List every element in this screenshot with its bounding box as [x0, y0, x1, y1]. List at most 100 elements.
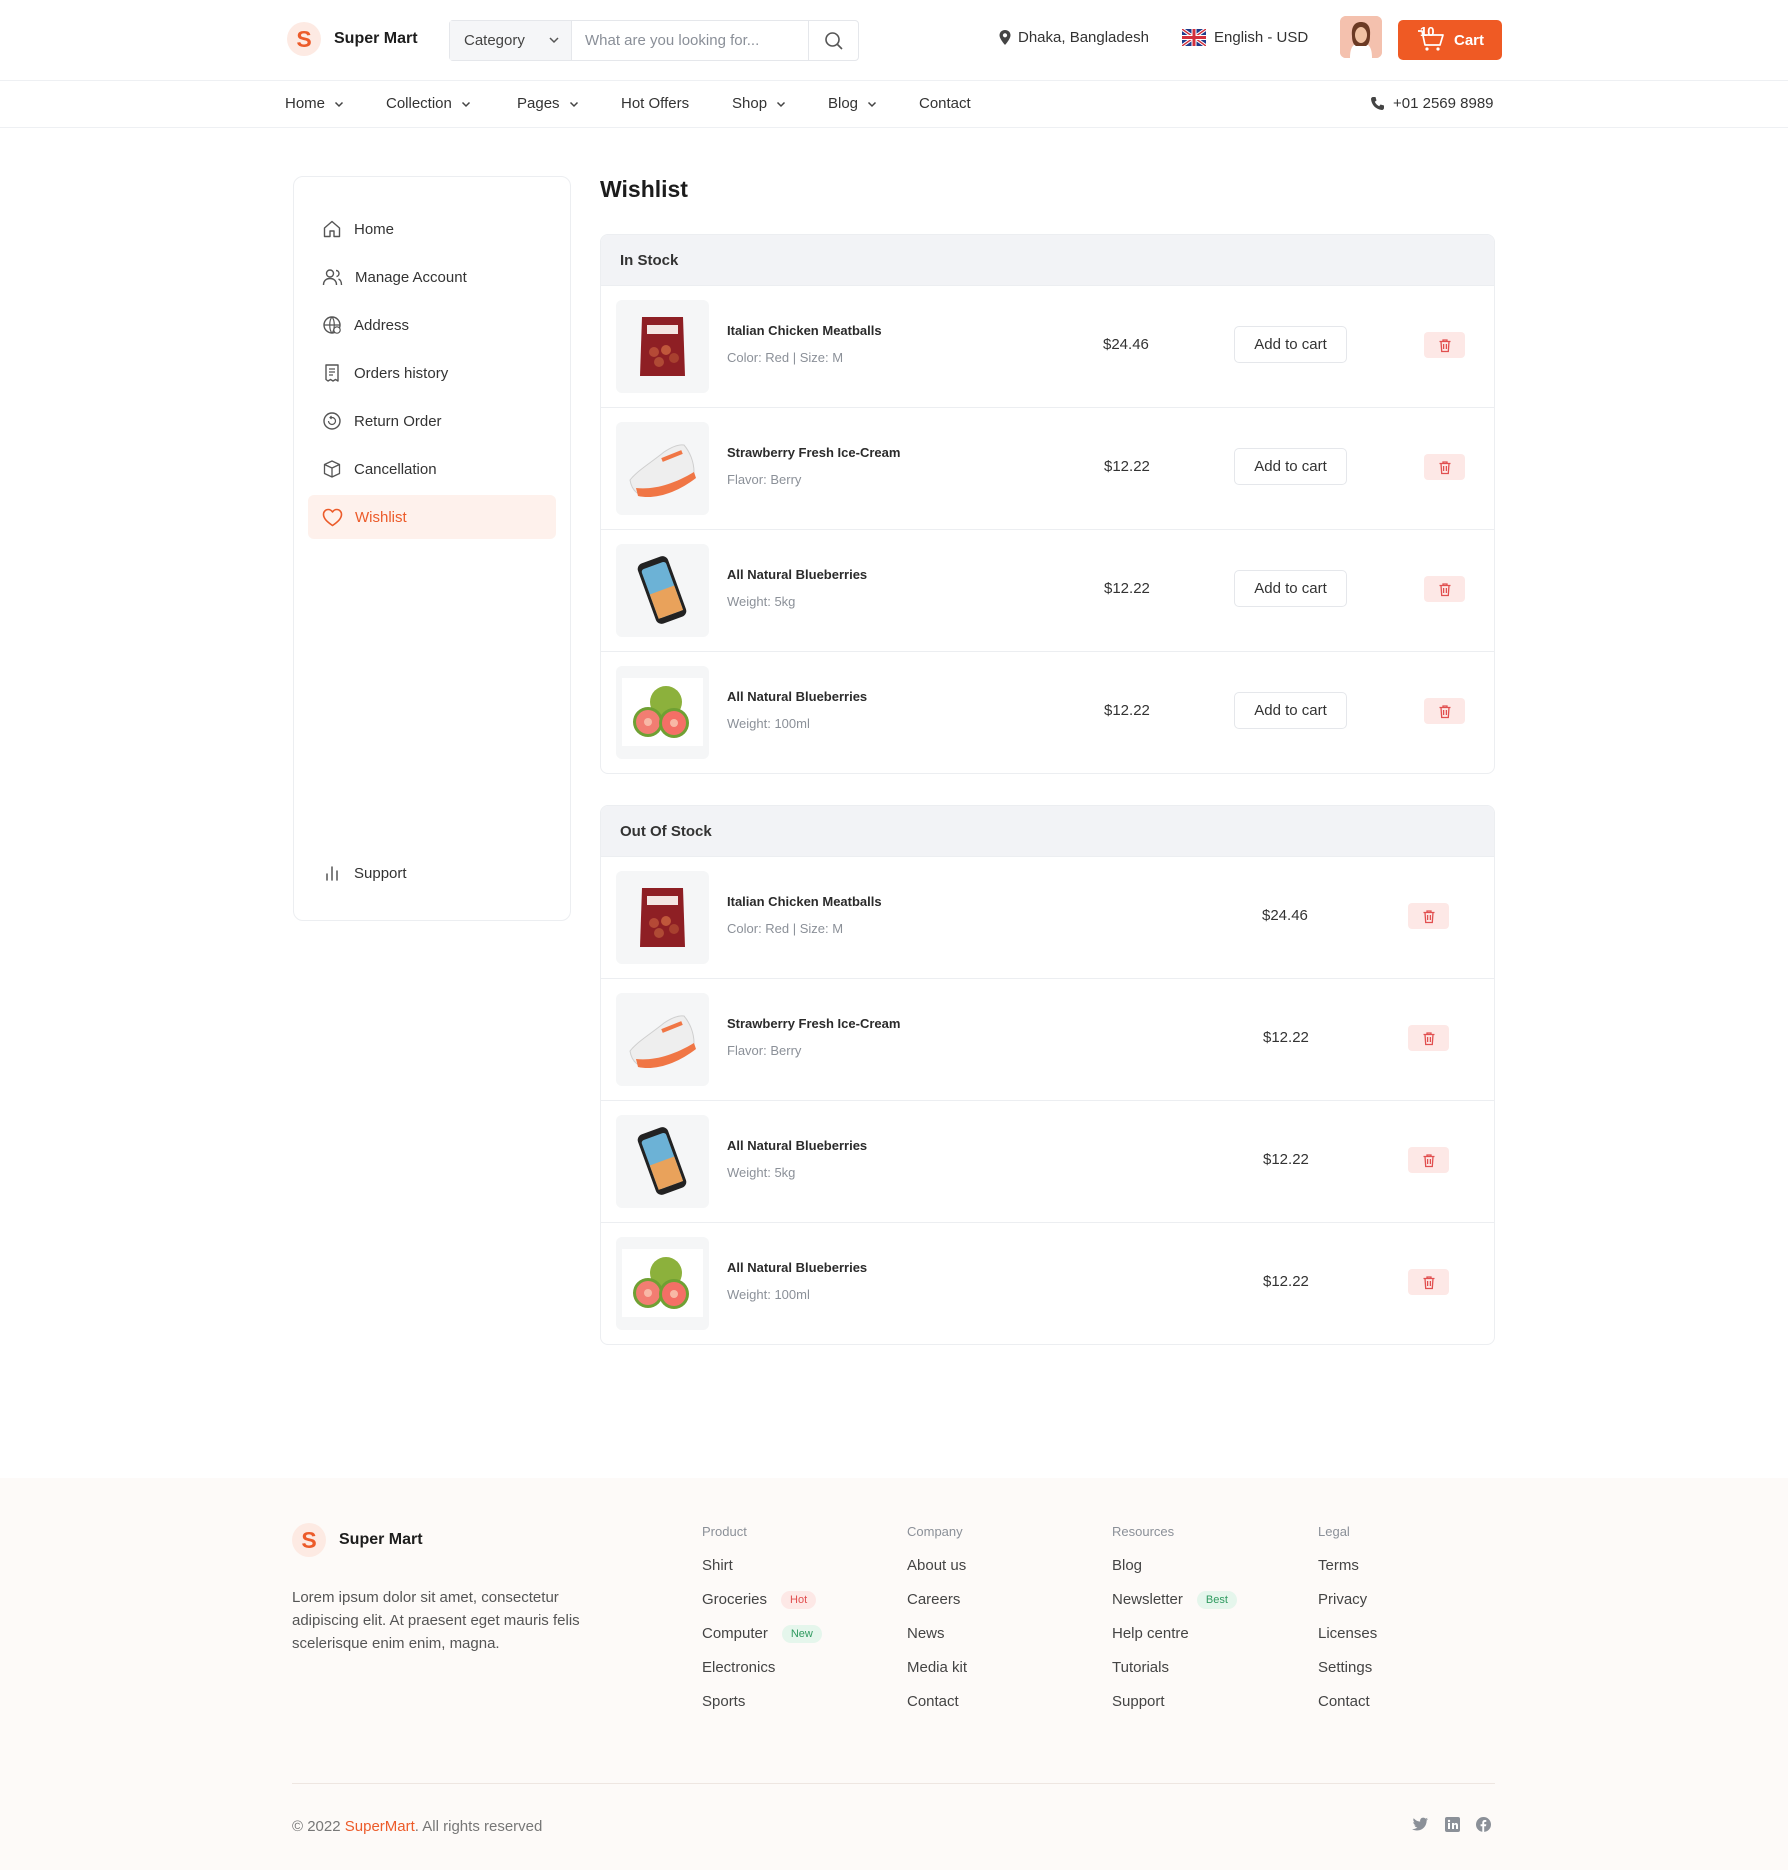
footer-link[interactable]: Media kit [907, 1659, 967, 1693]
copyright-suffix: . All rights reserved [414, 1818, 543, 1835]
delete-button[interactable] [1424, 332, 1465, 358]
delete-button[interactable] [1424, 576, 1465, 602]
footer-link[interactable]: Electronics [702, 1659, 822, 1693]
sidebar-item-label: Support [354, 864, 407, 882]
product-name[interactable]: Italian Chicken Meatballs [727, 323, 882, 338]
user-avatar[interactable] [1340, 16, 1382, 58]
page-title: Wishlist [600, 176, 688, 202]
footer-link[interactable]: Settings [1318, 1659, 1377, 1693]
sidebar-item-manage-account[interactable]: Manage Account [308, 255, 556, 299]
product-name[interactable]: Strawberry Fresh Ice-Cream [727, 445, 900, 460]
brand-name: Super Mart [339, 1531, 423, 1548]
category-label: Category [464, 32, 525, 49]
footer-link[interactable]: Blog [1112, 1557, 1237, 1591]
product-name[interactable]: Italian Chicken Meatballs [727, 894, 882, 909]
sidebar-item-return-order[interactable]: Return Order [308, 399, 556, 443]
product-image[interactable] [616, 993, 709, 1086]
add-to-cart-button[interactable]: Add to cart [1234, 692, 1347, 729]
sidebar-item-orders-history[interactable]: Orders history [308, 351, 556, 395]
logo-badge: S [287, 22, 321, 56]
sidebar-item-cancellation[interactable]: Cancellation [308, 447, 556, 491]
nav-blog[interactable]: Blog [828, 95, 878, 112]
footer-column-resources: Resources Blog Newsletter Best Help centr… [1112, 1524, 1237, 1727]
delete-button[interactable] [1408, 1269, 1449, 1295]
footer-link[interactable]: Contact [907, 1693, 967, 1727]
search-button[interactable] [808, 21, 858, 60]
product-image[interactable] [616, 666, 709, 759]
product-image[interactable] [616, 544, 709, 637]
category-select[interactable]: Category [450, 21, 572, 60]
footer-link[interactable]: Computer New [702, 1625, 822, 1659]
sidebar-item-address[interactable]: Address [308, 303, 556, 347]
add-to-cart-button[interactable]: Add to cart [1234, 448, 1347, 485]
add-to-cart-button[interactable]: Add to cart [1234, 326, 1347, 363]
location-selector[interactable]: Dhaka, Bangladesh [998, 29, 1149, 46]
product-image[interactable] [616, 1237, 709, 1330]
phone-icon [1371, 97, 1384, 110]
footer-link[interactable]: Support [1112, 1693, 1237, 1727]
footer-brand-logo[interactable]: S Super Mart [292, 1523, 423, 1557]
add-to-cart-button[interactable]: Add to cart [1234, 570, 1347, 607]
product-name[interactable]: Strawberry Fresh Ice-Cream [727, 1016, 900, 1031]
sidebar-item-support[interactable]: Support [308, 851, 556, 895]
cart-label: Cart [1453, 31, 1484, 49]
cart-button[interactable]: 10 Cart [1398, 20, 1502, 60]
hot-badge: Hot [781, 1591, 817, 1609]
product-name[interactable]: All Natural Blueberries [727, 1138, 867, 1153]
footer-link[interactable]: Licenses [1318, 1625, 1377, 1659]
product-name[interactable]: All Natural Blueberries [727, 567, 867, 582]
footer-link[interactable]: Groceries Hot [702, 1591, 822, 1625]
nav-home[interactable]: Home [285, 95, 345, 112]
product-image[interactable] [616, 871, 709, 964]
chevron-down-icon [334, 101, 344, 107]
delete-button[interactable] [1408, 903, 1449, 929]
footer-column-title: Company [907, 1524, 963, 1539]
product-name[interactable]: All Natural Blueberries [727, 689, 867, 704]
account-sidebar: Home Manage Account Address Orders histo… [293, 176, 571, 921]
out-of-stock-heading: Out Of Stock [601, 806, 1494, 856]
delete-button[interactable] [1408, 1025, 1449, 1051]
product-image[interactable] [616, 1115, 709, 1208]
trash-icon [1423, 1275, 1434, 1289]
delete-button[interactable] [1424, 454, 1465, 480]
nav-hot-offers[interactable]: Hot Offers [621, 95, 689, 112]
footer-link[interactable]: Careers [907, 1591, 967, 1625]
trash-icon [1423, 909, 1434, 923]
search-icon [824, 31, 843, 50]
product-image[interactable] [616, 422, 709, 515]
brand-logo[interactable]: S Super Mart [287, 22, 418, 56]
search-input[interactable] [572, 21, 808, 60]
footer-link[interactable]: Privacy [1318, 1591, 1377, 1625]
footer-link[interactable]: Newsletter Best [1112, 1591, 1237, 1625]
delete-button[interactable] [1408, 1147, 1449, 1173]
language-selector[interactable]: English - USD [1182, 29, 1308, 46]
chevron-down-icon [461, 101, 470, 107]
nav-pages[interactable]: Pages [517, 95, 580, 112]
nav-shop[interactable]: Shop [732, 95, 787, 112]
sidebar-item-home[interactable]: Home [308, 207, 556, 251]
product-name[interactable]: All Natural Blueberries [727, 1260, 867, 1275]
footer-link[interactable]: Terms [1318, 1557, 1377, 1591]
nav-label: Blog [828, 95, 859, 112]
footer-link[interactable]: About us [907, 1557, 967, 1591]
sidebar-item-wishlist[interactable]: Wishlist [308, 495, 556, 539]
footer-link[interactable]: Tutorials [1112, 1659, 1237, 1693]
product-image[interactable] [616, 300, 709, 393]
footer-link-label: Help centre [1112, 1625, 1189, 1642]
phone-contact[interactable]: +01 2569 8989 [1370, 95, 1494, 112]
copyright-brand-link[interactable]: SuperMart [345, 1818, 415, 1835]
home-icon [323, 220, 341, 238]
twitter-icon[interactable] [1412, 1817, 1429, 1832]
facebook-icon[interactable] [1476, 1817, 1491, 1832]
footer-column-title: Product [702, 1524, 747, 1539]
footer-link[interactable]: Contact [1318, 1693, 1377, 1727]
nav-collection[interactable]: Collection [386, 95, 472, 112]
nav-contact[interactable]: Contact [919, 95, 971, 112]
delete-button[interactable] [1424, 698, 1465, 724]
footer-link[interactable]: Shirt [702, 1557, 822, 1591]
in-stock-heading: In Stock [601, 235, 1494, 285]
linkedin-icon[interactable] [1445, 1817, 1460, 1832]
footer-link[interactable]: Sports [702, 1693, 822, 1727]
footer-link[interactable]: News [907, 1625, 967, 1659]
footer-link[interactable]: Help centre [1112, 1625, 1237, 1659]
